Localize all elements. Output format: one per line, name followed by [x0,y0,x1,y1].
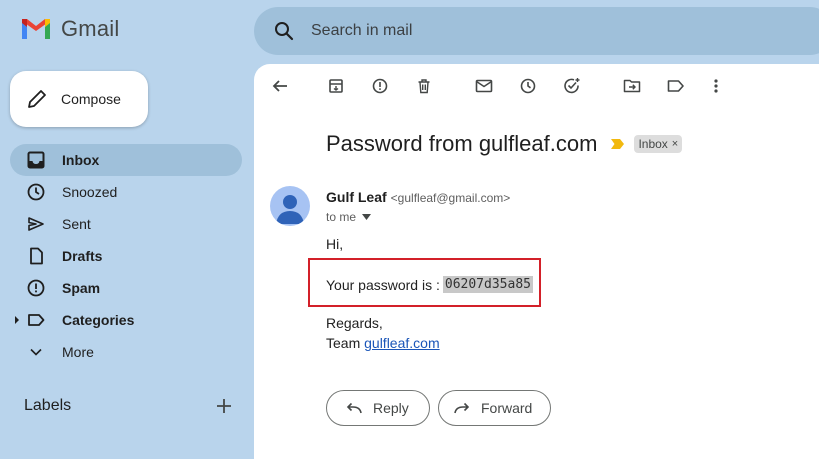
reply-label: Reply [373,400,409,416]
labels-section-header: Labels [24,395,242,417]
spam-icon [26,278,46,298]
archive-icon[interactable] [326,76,346,96]
password-value: 06207d35a85 [442,276,533,293]
chip-label: Inbox [638,137,668,151]
chevron-down-icon [26,342,46,362]
more-options-icon[interactable] [706,76,726,96]
sidebar-item-inbox[interactable]: Inbox [10,144,242,176]
search-bar[interactable] [254,7,819,55]
email-subject: Password from gulfleaf.com [326,131,598,156]
signature-prefix: Team [326,335,361,351]
mark-unread-icon[interactable] [474,76,494,96]
email-closing: Regards, [326,315,383,331]
forward-button[interactable]: Forward [438,390,551,426]
sidebar-nav: Inbox Snoozed Sent Drafts Spam Categorie… [10,144,242,368]
delete-icon[interactable] [414,76,434,96]
recipient-label: to me [326,210,357,224]
password-prefix: Your password is : [326,276,440,293]
reply-button[interactable]: Reply [326,390,430,426]
sidebar-item-label: More [62,344,94,360]
label-icon [26,310,46,330]
draft-icon [26,246,46,266]
labels-heading: Labels [24,397,72,414]
sidebar-item-label: Spam [62,280,101,296]
reply-arrow-icon [345,399,363,417]
label-as-icon[interactable] [666,76,686,96]
expand-caret-icon[interactable] [14,314,22,326]
subject-row: Password from gulfleaf.com Inbox × [326,131,683,157]
inbox-icon [26,150,46,170]
password-line: Your password is : 06207d35a85 [326,276,533,293]
compose-button[interactable]: Compose [10,71,148,127]
search-input[interactable] [311,22,711,40]
report-spam-icon[interactable] [370,76,390,96]
gmail-m-icon [22,19,50,39]
message-toolbar [254,64,819,110]
add-task-icon[interactable] [562,76,582,96]
sidebar-item-more[interactable]: More [10,336,242,368]
message-pane: Password from gulfleaf.com Inbox × Gulf … [254,64,819,459]
snooze-icon[interactable] [518,76,538,96]
search-icon[interactable] [272,19,296,43]
back-arrow-icon[interactable] [270,76,290,96]
sidebar-item-sent[interactable]: Sent [10,208,242,240]
sidebar-item-label: Inbox [62,152,100,168]
sender-info: Gulf Leaf <gulfleaf@gmail.com> [326,189,510,205]
sidebar-item-label: Snoozed [62,184,118,200]
send-icon [26,214,46,234]
sender-avatar[interactable] [270,186,310,226]
sidebar-item-label: Drafts [62,248,103,264]
app-name: Gmail [61,16,120,41]
sidebar-item-snoozed[interactable]: Snoozed [10,176,242,208]
forward-arrow-icon [453,399,471,417]
sidebar-item-label: Categories [62,312,135,328]
forward-label: Forward [481,400,533,416]
sender-email: <gulfleaf@gmail.com> [390,191,511,205]
compose-label: Compose [61,91,121,107]
gmail-logo[interactable]: Gmail [20,16,119,42]
sender-name[interactable]: Gulf Leaf [326,189,387,205]
sidebar-item-categories[interactable]: Categories [10,304,242,336]
caret-down-icon[interactable] [362,214,372,220]
sidebar-item-spam[interactable]: Spam [10,272,242,304]
clock-icon [26,182,46,202]
add-label-icon[interactable] [214,396,234,416]
signature-link[interactable]: gulfleaf.com [364,335,439,351]
importance-marker-icon[interactable] [610,138,625,150]
pencil-icon [25,87,49,111]
remove-label-icon[interactable]: × [672,138,678,150]
recipient-details[interactable]: to me [326,210,372,224]
email-signature: Team gulfleaf.com [326,335,440,351]
move-to-icon[interactable] [622,76,642,96]
email-greeting: Hi, [326,236,344,252]
inbox-label-chip: Inbox × [634,135,683,153]
sidebar-item-label: Sent [62,216,91,232]
sidebar-item-drafts[interactable]: Drafts [10,240,242,272]
